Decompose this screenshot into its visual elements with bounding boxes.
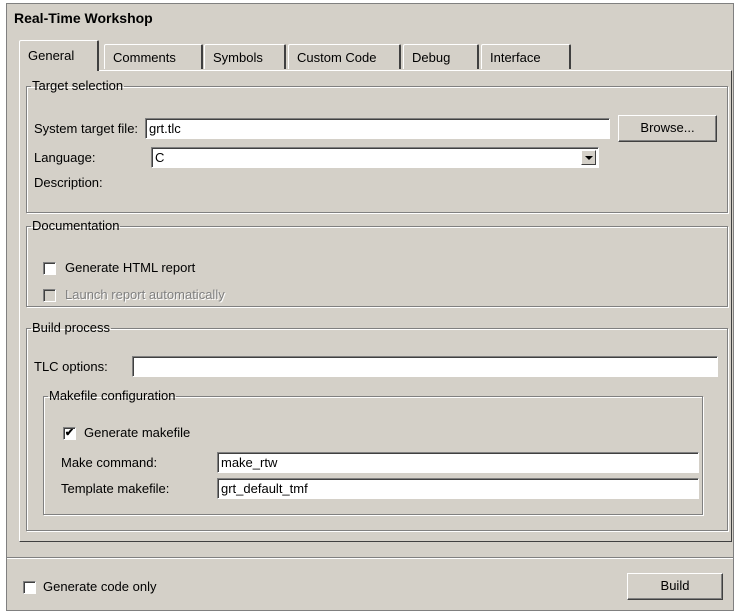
build-process-group: Build process TLC options: Makefile conf… bbox=[26, 321, 728, 531]
generate-code-only-label: Generate code only bbox=[43, 579, 157, 594]
footer-separator bbox=[7, 557, 733, 559]
tab-custom-code[interactable]: Custom Code bbox=[288, 44, 401, 69]
tab-general[interactable]: General bbox=[19, 40, 99, 71]
generate-makefile-label: Generate makefile bbox=[84, 425, 191, 440]
documentation-legend: Documentation bbox=[32, 218, 120, 233]
make-command-label: Make command: bbox=[61, 455, 158, 470]
system-target-field[interactable]: grt.tlc bbox=[145, 118, 610, 139]
generate-html-checkbox[interactable] bbox=[43, 262, 56, 275]
makefile-configuration-group: Makefile configuration ✔ Generate makefi… bbox=[43, 389, 703, 515]
tab-comments[interactable]: Comments bbox=[104, 44, 203, 69]
template-makefile-field[interactable]: grt_default_tmf bbox=[217, 478, 699, 499]
tab-interface[interactable]: Interface bbox=[481, 44, 571, 69]
launch-report-checkbox bbox=[43, 289, 56, 302]
tlc-options-label: TLC options: bbox=[34, 359, 108, 374]
generate-html-label: Generate HTML report bbox=[65, 260, 196, 275]
tlc-options-field[interactable] bbox=[132, 356, 718, 377]
system-target-label: System target file: bbox=[34, 121, 139, 136]
chevron-down-icon[interactable] bbox=[581, 150, 596, 165]
language-label: Language: bbox=[34, 150, 96, 165]
launch-report-label: Launch report automatically bbox=[65, 287, 225, 302]
generate-code-only-checkbox[interactable] bbox=[23, 581, 36, 594]
target-selection-group: Target selection System target file: grt… bbox=[26, 79, 728, 213]
tab-symbols[interactable]: Symbols bbox=[204, 44, 286, 69]
checkmark-icon: ✔ bbox=[64, 427, 75, 439]
build-button[interactable]: Build bbox=[627, 573, 723, 600]
documentation-group: Documentation Generate HTML report Launc… bbox=[26, 219, 728, 307]
makefile-configuration-legend: Makefile configuration bbox=[49, 388, 176, 403]
template-makefile-label: Template makefile: bbox=[61, 481, 170, 496]
tab-debug[interactable]: Debug bbox=[403, 44, 479, 69]
window-title: Real-Time Workshop bbox=[14, 10, 153, 26]
target-selection-legend: Target selection bbox=[32, 78, 124, 93]
general-tab-panel: Target selection System target file: grt… bbox=[19, 70, 732, 542]
build-process-legend: Build process bbox=[32, 320, 111, 335]
description-label: Description: bbox=[34, 175, 103, 190]
browse-button[interactable]: Browse... bbox=[618, 115, 717, 142]
language-value: C bbox=[155, 150, 165, 165]
rtw-window: Real-Time Workshop General Comments Symb… bbox=[6, 3, 734, 611]
language-select[interactable]: C bbox=[151, 147, 599, 168]
make-command-field[interactable]: make_rtw bbox=[217, 452, 699, 473]
generate-makefile-checkbox[interactable]: ✔ bbox=[63, 427, 76, 440]
